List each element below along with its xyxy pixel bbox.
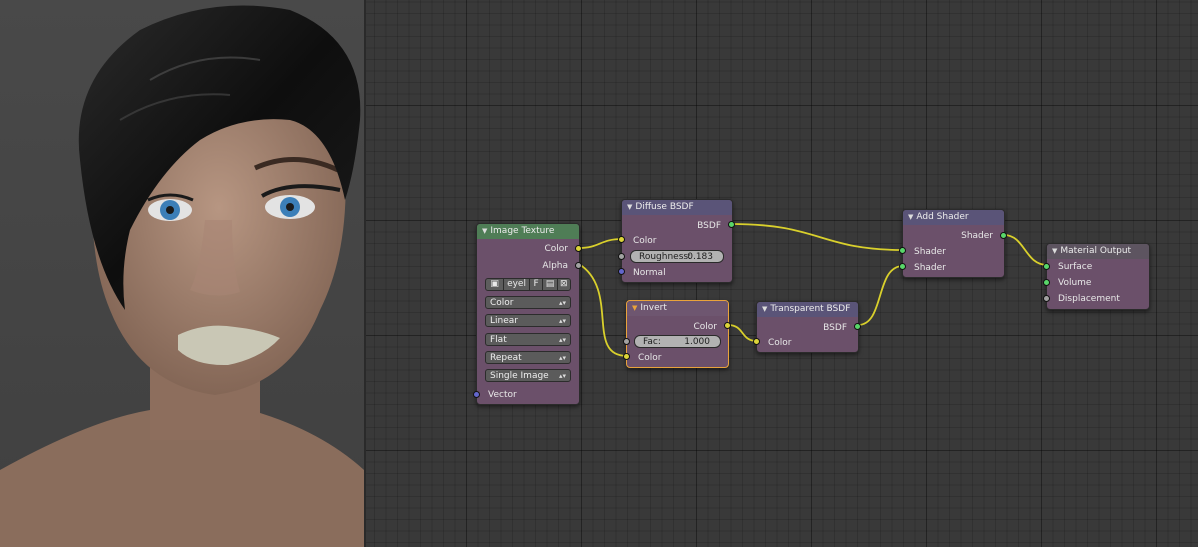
input-color-socket[interactable]: [623, 353, 630, 360]
node-header[interactable]: ▼ Image Texture: [477, 224, 579, 239]
collapse-triangle-icon[interactable]: ▼: [627, 203, 632, 211]
output-color-socket[interactable]: [724, 322, 731, 329]
output-color-socket[interactable]: [575, 245, 582, 252]
input-volume-label: Volume: [1058, 278, 1092, 288]
fac-label: Fac:: [643, 337, 661, 347]
fake-user-button[interactable]: F: [530, 279, 544, 290]
input-volume-socket[interactable]: [1043, 279, 1050, 286]
dropdown-value: Linear: [490, 316, 518, 326]
input-color-socket[interactable]: [753, 338, 760, 345]
roughness-label: Roughness:: [639, 252, 692, 262]
collapse-triangle-icon[interactable]: ▼: [632, 304, 637, 312]
input-shader-2-label: Shader: [914, 263, 946, 273]
node-header[interactable]: ▼ Transparent BSDF: [757, 302, 858, 317]
input-displacement-socket[interactable]: [1043, 295, 1050, 302]
character-render: [0, 5, 364, 547]
projection-dropdown[interactable]: Flat ▴▾: [485, 333, 571, 346]
chevron-updown-icon: ▴▾: [558, 336, 566, 344]
image-selector[interactable]: ▣ eyel F ▤ ⊠: [485, 278, 571, 291]
image-name-field[interactable]: eyel: [504, 279, 530, 290]
dropdown-value: Single Image: [490, 371, 549, 381]
collapse-triangle-icon[interactable]: ▼: [908, 213, 913, 221]
transparent-bsdf-node[interactable]: ▼ Transparent BSDF BSDF Color: [753, 301, 861, 353]
input-shader-1-label: Shader: [914, 247, 946, 257]
roughness-value: 0.183: [687, 252, 713, 262]
input-surface-label: Surface: [1058, 262, 1093, 272]
collapse-triangle-icon[interactable]: ▼: [762, 305, 767, 313]
node-title: Transparent BSDF: [770, 304, 851, 314]
input-color-socket[interactable]: [618, 236, 625, 243]
node-title: Add Shader: [916, 212, 969, 222]
input-normal-socket[interactable]: [618, 268, 625, 275]
extension-dropdown[interactable]: Repeat ▴▾: [485, 351, 571, 364]
fac-value: 1.000: [684, 337, 710, 347]
output-bsdf-label: BSDF: [697, 221, 721, 231]
image-texture-node[interactable]: ▼ Image Texture Color Alpha ▣ eyel F ▤ ⊠ …: [473, 223, 582, 405]
image-browse-icon[interactable]: ▣: [486, 279, 505, 290]
output-alpha-label: Alpha: [542, 261, 568, 271]
dropdown-value: Color: [490, 298, 514, 308]
node-title: Material Output: [1060, 246, 1132, 256]
3d-viewport[interactable]: [0, 0, 364, 547]
output-shader-label: Shader: [961, 231, 993, 241]
dropdown-value: Flat: [490, 335, 507, 345]
collapse-triangle-icon[interactable]: ▼: [1052, 247, 1057, 255]
collapse-triangle-icon[interactable]: ▼: [482, 227, 487, 235]
fac-slider[interactable]: Fac: 1.000: [634, 335, 721, 348]
chevron-updown-icon: ▴▾: [558, 372, 566, 380]
color-space-dropdown[interactable]: Color ▴▾: [485, 296, 571, 309]
node-header[interactable]: ▼ Add Shader: [903, 210, 1004, 225]
input-vector-label: Vector: [488, 390, 517, 400]
chevron-updown-icon: ▴▾: [558, 299, 566, 307]
output-bsdf-socket[interactable]: [854, 323, 861, 330]
node-title: Diffuse BSDF: [635, 202, 694, 212]
output-bsdf-socket[interactable]: [728, 221, 735, 228]
output-shader-socket[interactable]: [1000, 232, 1007, 239]
dropdown-value: Repeat: [490, 353, 522, 363]
source-dropdown[interactable]: Single Image ▴▾: [485, 369, 571, 382]
node-header[interactable]: ▼ Invert: [627, 301, 728, 316]
interpolation-dropdown[interactable]: Linear ▴▾: [485, 314, 571, 327]
input-color-label: Color: [768, 338, 792, 348]
input-surface-socket[interactable]: [1043, 263, 1050, 270]
output-bsdf-label: BSDF: [823, 323, 847, 333]
node-header[interactable]: ▼ Diffuse BSDF: [622, 200, 732, 215]
output-color-label: Color: [544, 244, 569, 254]
chevron-updown-icon: ▴▾: [558, 354, 566, 362]
input-normal-label: Normal: [633, 268, 666, 278]
node-title: Image Texture: [490, 226, 555, 236]
material-output-node[interactable]: ▼ Material Output Surface Volume Displace…: [1043, 243, 1150, 310]
input-vector-socket[interactable]: [473, 391, 480, 398]
output-color-label: Color: [693, 322, 718, 332]
input-color-label: Color: [638, 353, 662, 363]
add-shader-node[interactable]: ▼ Add Shader Shader Shader Shader: [899, 209, 1007, 278]
invert-node[interactable]: ▼ Invert Color Fac: 1.000 Color: [623, 300, 731, 368]
input-shader-2-socket[interactable]: [899, 263, 906, 270]
folder-icon[interactable]: ▤: [543, 279, 558, 290]
input-roughness-socket[interactable]: [618, 253, 625, 260]
node-header[interactable]: ▼ Material Output: [1047, 244, 1149, 259]
input-fac-socket[interactable]: [623, 338, 630, 345]
output-alpha-socket[interactable]: [575, 262, 582, 269]
roughness-slider[interactable]: Roughness: 0.183: [630, 250, 724, 263]
input-shader-1-socket[interactable]: [899, 247, 906, 254]
close-icon[interactable]: ⊠: [558, 279, 570, 290]
input-color-label: Color: [633, 236, 657, 246]
input-displacement-label: Displacement: [1058, 294, 1120, 304]
diffuse-bsdf-node[interactable]: ▼ Diffuse BSDF BSDF Color Roughness: 0.183…: [618, 199, 735, 283]
node-title: Invert: [640, 303, 667, 313]
chevron-updown-icon: ▴▾: [558, 317, 566, 325]
